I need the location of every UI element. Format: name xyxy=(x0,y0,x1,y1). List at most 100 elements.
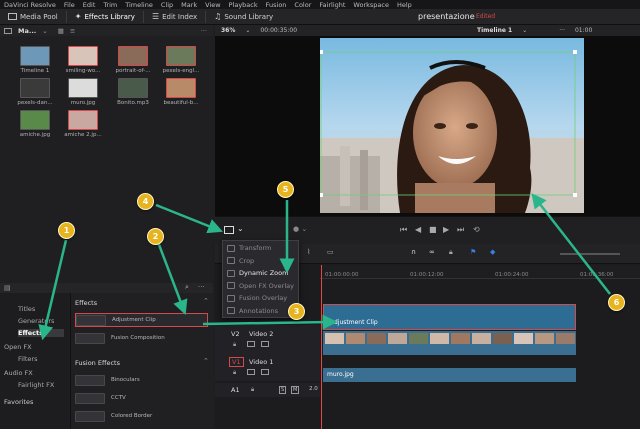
grid-view-icon[interactable]: ▦ xyxy=(58,27,64,35)
zoom-slider[interactable] xyxy=(560,253,620,255)
effect-cctv[interactable]: CCTV xyxy=(75,391,208,405)
overlay-menu-label: Transform xyxy=(239,244,272,252)
effect-colored-border[interactable]: Colored Border xyxy=(75,409,208,423)
folder-name[interactable]: Ma... xyxy=(18,27,36,35)
sidebar-toggle-icon[interactable]: ▤ xyxy=(4,284,11,292)
skip-end-icon[interactable]: ⏭ xyxy=(457,225,464,235)
collapse-icon[interactable]: ⌃ xyxy=(203,297,209,305)
edit-index-button[interactable]: ☰ Edit Index xyxy=(144,9,205,25)
menu-item[interactable]: Trim xyxy=(103,1,117,9)
effects-tree-item[interactable]: Filters xyxy=(18,355,64,363)
menu-item[interactable]: View xyxy=(205,1,220,9)
razor-icon[interactable]: ⌇ xyxy=(307,248,310,256)
overlay-menu-item[interactable]: Crop xyxy=(227,257,254,265)
lock-icon[interactable]: 🔒︎ xyxy=(449,248,453,257)
edited-badge: Edited xyxy=(476,13,496,20)
menu-item[interactable]: Help xyxy=(397,1,412,9)
flag-icon[interactable]: ⚑ xyxy=(470,248,476,256)
more-options-icon[interactable]: ··· xyxy=(198,283,205,291)
enable-track-icon[interactable] xyxy=(261,341,269,347)
media-pool-button[interactable]: Media Pool xyxy=(0,9,66,25)
menu-item[interactable]: DaVinci Resolve xyxy=(4,1,56,9)
menu-item[interactable]: Fairlight xyxy=(319,1,345,9)
overlay-menu-item[interactable]: Fusion Overlay xyxy=(227,294,287,302)
media-item-thumbnail[interactable] xyxy=(20,46,50,66)
menu-item[interactable]: File xyxy=(64,1,75,9)
adjustment-clip[interactable]: Adjustment Clip xyxy=(323,304,576,330)
effect-adjustment-clip[interactable]: Adjustment Clip xyxy=(75,313,208,327)
search-icon[interactable]: ⌕ xyxy=(185,283,189,292)
effects-tree-item[interactable]: Fairlight FX xyxy=(18,381,64,389)
media-item-thumbnail[interactable] xyxy=(20,110,50,130)
media-item-thumbnail[interactable] xyxy=(166,46,196,66)
auto-select-icon[interactable] xyxy=(247,341,255,347)
effects-tree-item[interactable]: Generators xyxy=(18,317,64,325)
media-item-thumbnail[interactable] xyxy=(68,46,98,66)
marker-icon[interactable]: ◆ xyxy=(490,248,495,256)
skip-start-icon[interactable]: ⏮ xyxy=(400,225,407,235)
menu-item[interactable]: Workspace xyxy=(353,1,389,9)
timeline-name[interactable]: Timeline 1 xyxy=(477,27,512,34)
menu-item[interactable]: Playback xyxy=(229,1,258,9)
stop-icon[interactable]: ■ xyxy=(429,225,437,234)
media-item-thumbnail[interactable] xyxy=(68,110,98,130)
overlay-menu-item[interactable]: Transform xyxy=(227,244,271,252)
menu-item[interactable]: Color xyxy=(294,1,311,9)
media-item-thumbnail[interactable] xyxy=(118,46,148,66)
effects-tree-item[interactable]: Titles xyxy=(18,305,64,313)
chevron-down-icon[interactable]: ⌄ xyxy=(245,27,250,34)
sound-library-button[interactable]: ♫ Sound Library xyxy=(206,9,281,25)
effect-binoculars[interactable]: Binoculars xyxy=(75,373,208,387)
effects-tree-item[interactable]: Effects xyxy=(18,329,64,337)
collapse-icon[interactable]: ⌃ xyxy=(203,357,209,365)
solo-button[interactable]: S xyxy=(279,386,287,394)
menu-item[interactable]: Fusion xyxy=(266,1,287,9)
overlay-menu-item[interactable]: Dynamic Zoom xyxy=(227,269,288,277)
video-clip-strip[interactable] xyxy=(323,331,576,355)
favorites-label[interactable]: Favorites xyxy=(4,398,33,406)
menu-item[interactable]: Mark xyxy=(181,1,197,9)
muro-clip[interactable]: muro.jpg xyxy=(323,368,576,382)
overlay-mode-button[interactable] xyxy=(224,226,234,234)
media-item-label: pexels-engl... xyxy=(162,68,200,74)
effect-fusion-composition[interactable]: Fusion Composition xyxy=(75,331,208,345)
menu-item[interactable]: Clip xyxy=(161,1,173,9)
clip-frame-thumbnail xyxy=(472,333,491,344)
chevron-down-icon[interactable]: ⌄ xyxy=(522,27,527,34)
more-options-icon[interactable]: ··· xyxy=(201,27,207,35)
clip-label: muro.jpg xyxy=(327,371,354,378)
more-options-icon[interactable]: ··· xyxy=(559,27,565,34)
loop-icon[interactable]: ⟲ xyxy=(473,225,480,234)
zoom-level[interactable]: 36% xyxy=(221,27,235,34)
effects-library-button[interactable]: ✦ Effects Library xyxy=(67,9,143,25)
media-item-thumbnail[interactable] xyxy=(166,78,196,98)
step-back-icon[interactable]: ◀ xyxy=(415,225,421,234)
overlay-mode-icon xyxy=(227,307,235,314)
menu-item[interactable]: Timeline xyxy=(125,1,153,9)
chevron-down-icon[interactable]: ⌄ xyxy=(42,27,47,35)
effects-tree-item[interactable]: Audio FX xyxy=(4,369,64,377)
media-item-thumbnail[interactable] xyxy=(118,78,148,98)
list-view-icon[interactable]: ≡ xyxy=(70,27,75,35)
playhead[interactable] xyxy=(321,265,322,429)
link-icon[interactable]: ∞ xyxy=(429,248,435,256)
enable-track-icon[interactable] xyxy=(261,369,269,375)
chevron-down-icon[interactable]: ⌄ xyxy=(237,224,244,233)
play-icon[interactable]: ▶ xyxy=(443,225,449,234)
media-item-thumbnail[interactable] xyxy=(20,78,50,98)
project-title: presentazione xyxy=(418,12,475,21)
lock-icon[interactable]: 🔒︎ xyxy=(233,341,236,349)
lock-icon[interactable]: 🔒︎ xyxy=(233,369,236,377)
lock-icon[interactable]: 🔒︎ xyxy=(251,386,254,394)
auto-select-icon[interactable] xyxy=(247,369,255,375)
ruler-tick: 01:00:12:00 xyxy=(410,272,444,278)
effects-tree-item[interactable]: Open FX xyxy=(4,343,64,351)
menu-item[interactable]: Edit xyxy=(83,1,96,9)
mute-button[interactable]: M xyxy=(291,386,300,394)
magnet-icon[interactable]: ∩ xyxy=(411,248,416,256)
overlay-menu-item[interactable]: Annotations xyxy=(227,307,278,315)
media-item-thumbnail[interactable] xyxy=(68,78,98,98)
bin-list-icon[interactable] xyxy=(4,27,12,34)
film-icon[interactable]: ▭ xyxy=(327,248,334,256)
overlay-menu-item[interactable]: Open FX Overlay xyxy=(227,282,294,290)
